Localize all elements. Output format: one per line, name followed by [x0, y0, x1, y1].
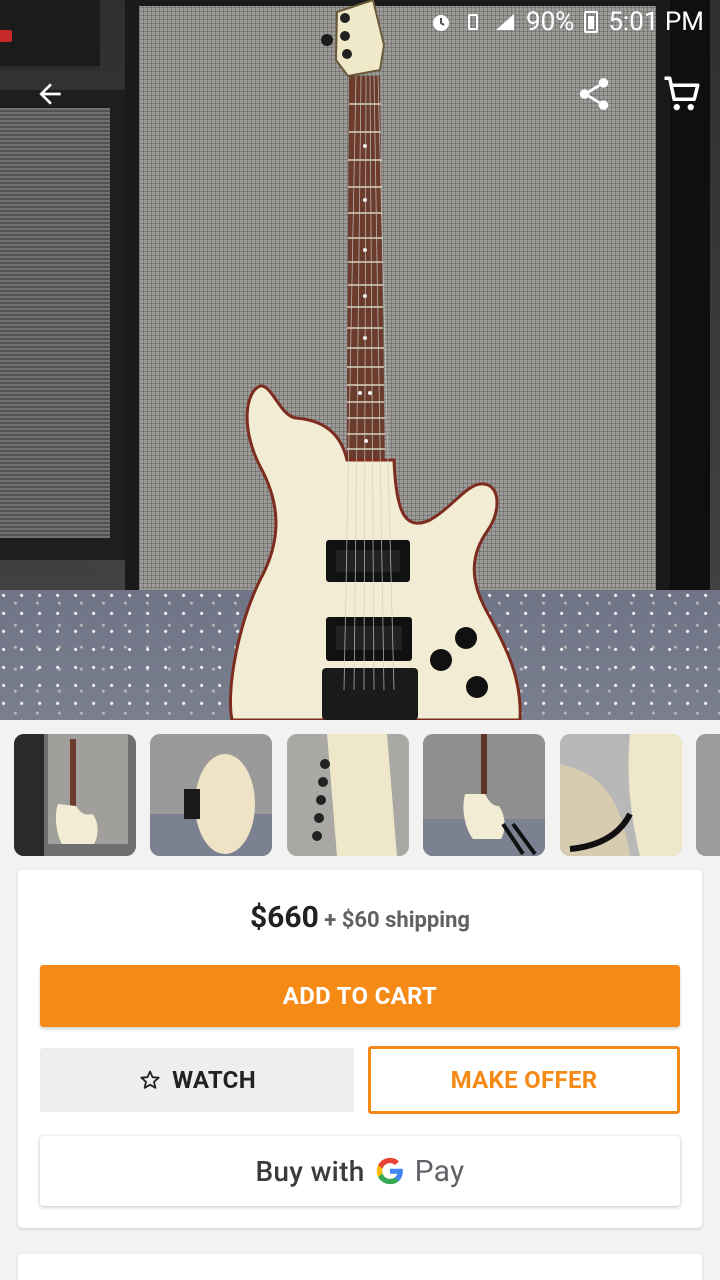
cart-button[interactable] — [652, 64, 712, 124]
purchase-card: $660 + $60 shipping ADD TO CART WATCH MA… — [18, 870, 702, 1228]
watch-label: WATCH — [172, 1066, 256, 1094]
next-section-card — [18, 1254, 702, 1280]
thumbnail-1[interactable] — [14, 734, 136, 856]
add-to-cart-label: ADD TO CART — [282, 982, 438, 1010]
share-button[interactable] — [566, 66, 622, 122]
thumbnail-5[interactable] — [560, 734, 682, 856]
cart-icon — [664, 76, 700, 111]
thumbnail-6[interactable] — [696, 734, 720, 856]
alarm-icon — [430, 11, 452, 33]
google-g-icon — [376, 1157, 403, 1185]
watch-button[interactable]: WATCH — [40, 1048, 354, 1112]
photo-thumbnail-strip[interactable] — [0, 720, 720, 870]
clock-time: 5:01 PM — [608, 7, 704, 37]
thumbnail-3[interactable] — [287, 734, 409, 856]
battery-percentage: 90% — [526, 7, 575, 37]
share-icon — [579, 78, 609, 110]
google-pay-button[interactable]: Buy with Pay — [40, 1136, 680, 1206]
thumbnail-4[interactable] — [423, 734, 545, 856]
shipping-cost: + $60 shipping — [324, 908, 471, 933]
star-outline-icon — [140, 1070, 160, 1089]
price: $660 — [249, 900, 319, 935]
price-line: $660 + $60 shipping — [18, 900, 702, 935]
back-button[interactable] — [22, 66, 78, 122]
make-offer-button[interactable]: MAKE OFFER — [368, 1046, 680, 1114]
product-hero-image[interactable]: 90% 5:01 PM — [0, 0, 720, 720]
vibrate-icon — [462, 11, 484, 33]
back-arrow-icon — [39, 83, 61, 105]
buy-with-label: Buy with — [255, 1154, 365, 1188]
status-bar: 90% 5:01 PM — [0, 0, 720, 44]
make-offer-label: MAKE OFFER — [450, 1066, 598, 1094]
signal-icon — [494, 11, 516, 33]
thumbnail-2[interactable] — [150, 734, 272, 856]
add-to-cart-button[interactable]: ADD TO CART — [40, 965, 680, 1027]
pay-label: Pay — [414, 1153, 465, 1189]
battery-icon — [584, 11, 599, 33]
